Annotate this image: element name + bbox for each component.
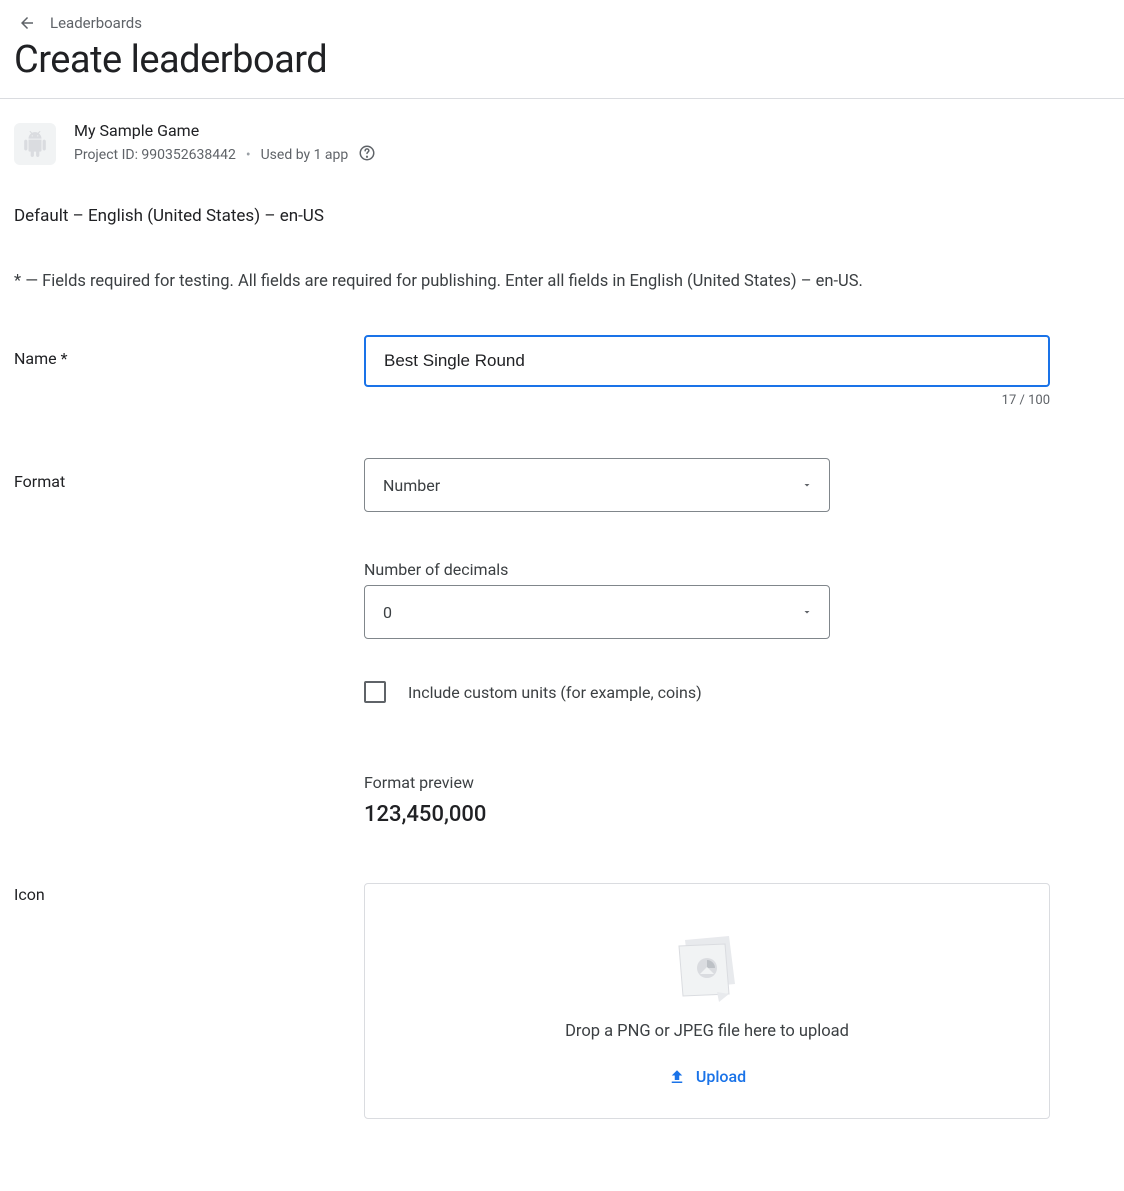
page-title: Create leaderboard: [14, 38, 1110, 82]
dropzone-text: Drop a PNG or JPEG file here to upload: [565, 1022, 849, 1041]
file-stack-icon: [667, 932, 747, 1006]
separator-dot: •: [246, 147, 251, 163]
decimals-select[interactable]: 0: [364, 585, 830, 639]
help-icon[interactable]: [358, 144, 376, 166]
format-preview-value: 123,450,000: [364, 802, 1050, 827]
format-label: Format: [14, 458, 364, 491]
android-icon: [14, 123, 56, 165]
upload-button[interactable]: Upload: [668, 1067, 746, 1086]
locale-line: Default – English (United States) – en-U…: [14, 206, 1110, 226]
format-select[interactable]: Number: [364, 458, 830, 512]
project-id: Project ID: 990352638442: [74, 147, 236, 163]
name-label: Name *: [14, 335, 364, 368]
upload-label: Upload: [696, 1067, 746, 1086]
name-row: Name * 17 / 100: [14, 335, 1110, 408]
upload-icon: [668, 1068, 686, 1086]
breadcrumb-label[interactable]: Leaderboards: [50, 14, 142, 32]
decimals-label: Number of decimals: [364, 560, 1050, 579]
game-name: My Sample Game: [74, 121, 376, 140]
format-row: Format Number Number of decimals 0 Inclu…: [14, 458, 1110, 827]
header-divider: [0, 98, 1124, 99]
custom-units-label: Include custom units (for example, coins…: [408, 683, 702, 702]
format-select-value: Number: [383, 476, 440, 495]
icon-row: Icon Drop a PNG or JPEG file here to upl…: [14, 883, 1110, 1119]
chevron-down-icon: [801, 603, 813, 622]
custom-units-checkbox[interactable]: [364, 681, 386, 703]
custom-units-row: Include custom units (for example, coins…: [364, 681, 1050, 703]
decimals-select-value: 0: [383, 603, 392, 622]
used-by-text: Used by 1 app: [261, 147, 349, 163]
icon-dropzone[interactable]: Drop a PNG or JPEG file here to upload U…: [364, 883, 1050, 1119]
breadcrumb: Leaderboards: [18, 14, 1110, 32]
name-char-counter: 17 / 100: [364, 393, 1050, 408]
icon-label: Icon: [14, 883, 364, 904]
back-arrow-icon[interactable]: [18, 14, 36, 32]
required-note: * — Fields required for testing. All fie…: [14, 272, 1110, 291]
chevron-down-icon: [801, 476, 813, 495]
game-meta: My Sample Game Project ID: 990352638442 …: [74, 121, 376, 166]
name-input[interactable]: [364, 335, 1050, 387]
format-preview-label: Format preview: [364, 773, 1050, 792]
game-header: My Sample Game Project ID: 990352638442 …: [14, 121, 1110, 166]
